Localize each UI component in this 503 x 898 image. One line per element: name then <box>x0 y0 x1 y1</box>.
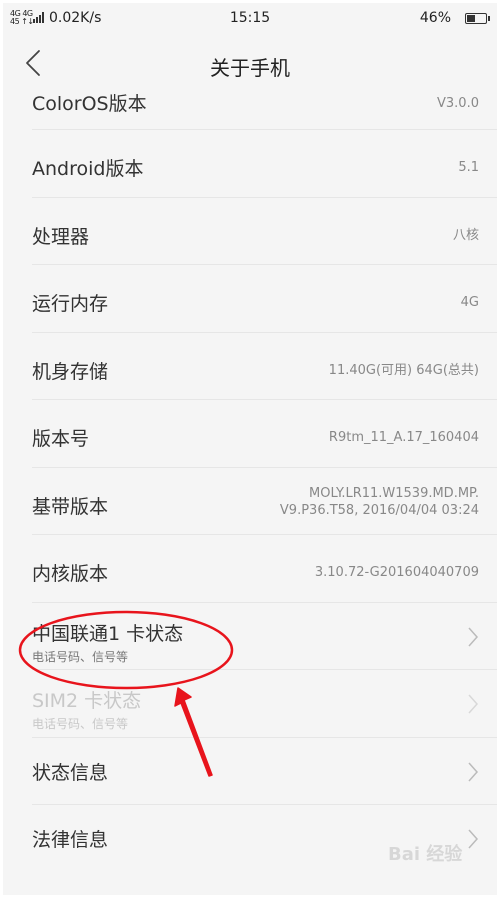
row-value: 八核 <box>452 227 479 243</box>
battery-percent: 46% <box>419 10 451 26</box>
row-label: SIM2 卡状态 <box>32 690 142 712</box>
row-build-number: 版本号 R9tm_11_A.17_160404 <box>32 400 497 468</box>
row-label: 内核版本 <box>32 563 109 585</box>
row-value: MOLY.LR11.W1539.MD.MP. V9.P36.T58, 2016/… <box>279 485 479 518</box>
row-value: 11.40G(可用) 64G(总共) <box>328 362 479 378</box>
row-value: 3.10.72-G201604040709 <box>314 565 479 580</box>
row-value: V3.0.0 <box>437 96 479 111</box>
watermark: Bai 经验 <box>388 844 463 865</box>
row-subtitle: 电话号码、信号等 <box>32 649 129 664</box>
row-value: 5.1 <box>458 160 479 175</box>
row-label: 状态信息 <box>32 761 109 784</box>
page-title: 关于手机 <box>210 56 290 80</box>
row-label: 版本号 <box>32 428 90 450</box>
row-label: 机身存储 <box>32 360 109 383</box>
phone-screen: 4G 4G 45 ↑↓ 0.02K/s 15:15 46% 关于手机 Color… <box>3 3 497 895</box>
row-label: 中国联通1 卡状态 <box>32 622 184 645</box>
row-sim1-status[interactable]: 中国联通1 卡状态 电话号码、信号等 <box>32 603 497 670</box>
row-value: R9tm_11_A.17_160404 <box>328 430 479 445</box>
row-ram: 运行内存 4G <box>32 265 497 333</box>
row-subtitle: 电话号码、信号等 <box>32 717 129 731</box>
row-label: 运行内存 <box>32 293 109 315</box>
settings-list: ColorOS版本 V3.0.0 Android版本 5.1 处理器 八核 运行… <box>3 93 497 873</box>
battery-icon <box>465 13 490 24</box>
row-baseband-version: 基带版本 MOLY.LR11.W1539.MD.MP. V9.P36.T58, … <box>32 468 497 535</box>
chevron-right-icon <box>468 627 479 646</box>
chevron-right-icon <box>468 829 479 849</box>
chevron-right-icon <box>468 762 479 781</box>
row-processor: 处理器 八核 <box>32 198 497 265</box>
row-label: 基带版本 <box>32 495 109 518</box>
row-coloros-version: ColorOS版本 V3.0.0 <box>32 93 497 130</box>
chevron-right-icon <box>468 694 479 714</box>
row-label: 处理器 <box>32 225 90 248</box>
row-label: Android版本 <box>32 158 144 180</box>
row-label: ColorOS版本 <box>32 93 147 115</box>
row-android-version: Android版本 5.1 <box>32 130 497 198</box>
row-sim2-status: SIM2 卡状态 电话号码、信号等 <box>32 670 497 738</box>
title-bar: 关于手机 <box>3 33 497 93</box>
row-value: 4G <box>460 295 479 310</box>
row-status-info[interactable]: 状态信息 <box>32 738 497 805</box>
row-storage: 机身存储 11.40G(可用) 64G(总共) <box>32 333 497 400</box>
status-bar: 4G 4G 45 ↑↓ 0.02K/s 15:15 46% <box>3 3 497 33</box>
row-label: 法律信息 <box>32 829 109 851</box>
row-kernel-version: 内核版本 3.10.72-G201604040709 <box>32 535 497 603</box>
